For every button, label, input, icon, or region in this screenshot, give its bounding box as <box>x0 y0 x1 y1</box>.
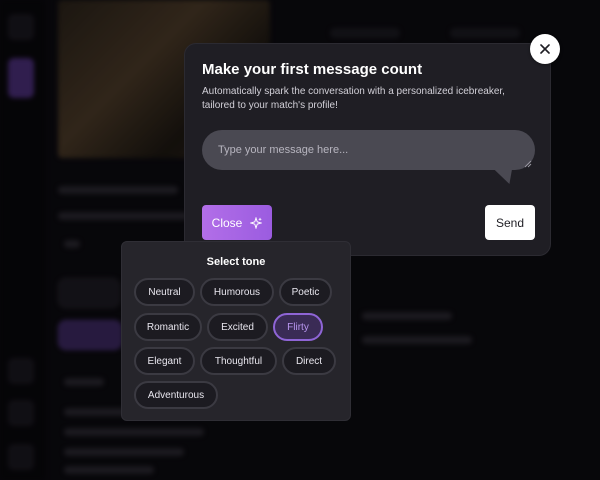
close-x-icon <box>540 44 550 54</box>
modal-title: Make your first message count <box>202 61 423 78</box>
tone-chip-direct[interactable]: Direct <box>282 347 336 375</box>
close-tone-button[interactable]: Close <box>202 205 272 240</box>
modal-subtitle: Automatically spark the conversation wit… <box>202 86 505 111</box>
tone-chip-humorous[interactable]: Humorous <box>200 278 274 306</box>
tone-chip-thoughtful[interactable]: Thoughtful <box>200 347 277 375</box>
tone-chip-elegant[interactable]: Elegant <box>134 347 195 375</box>
tone-chip-flirty[interactable]: Flirty <box>273 313 323 341</box>
tone-selector-popover: Select tone Neutral Humorous Poetic Roma… <box>121 241 351 421</box>
icebreaker-modal: Make your first message count Automatica… <box>184 43 551 256</box>
close-tone-label: Close <box>211 215 243 230</box>
tone-chip-romantic[interactable]: Romantic <box>134 313 202 341</box>
tone-title: Select tone <box>206 256 266 268</box>
resize-grip-icon[interactable] <box>524 160 532 168</box>
tone-chip-adventurous[interactable]: Adventurous <box>134 381 218 409</box>
dismiss-modal-button[interactable] <box>530 34 560 64</box>
tone-chip-poetic[interactable]: Poetic <box>279 278 332 306</box>
tone-chip-neutral[interactable]: Neutral <box>134 278 195 306</box>
send-button[interactable]: Send <box>485 205 535 240</box>
tone-chip-excited[interactable]: Excited <box>207 313 268 341</box>
sparkle-icon <box>250 216 263 229</box>
message-input[interactable] <box>202 130 535 170</box>
